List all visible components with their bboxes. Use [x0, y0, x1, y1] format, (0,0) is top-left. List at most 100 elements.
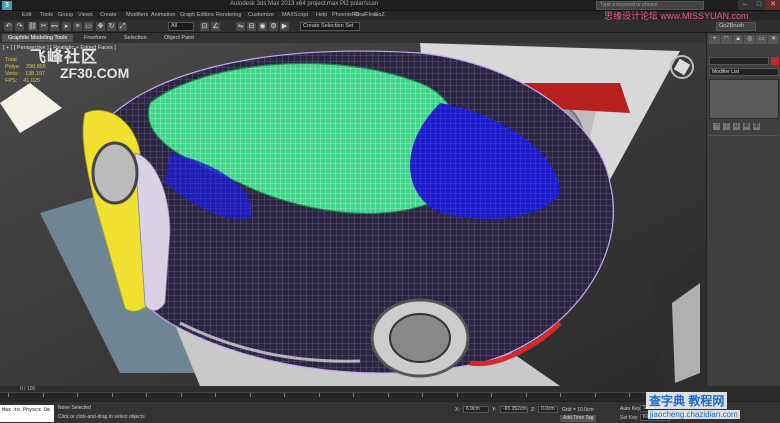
- select-icon[interactable]: ▸: [62, 22, 71, 31]
- y-label: Y:: [492, 407, 497, 413]
- utilities-tab-icon[interactable]: ✕: [768, 35, 779, 44]
- stat-value: 138,197: [25, 71, 45, 77]
- stat-label: Polys:: [5, 64, 20, 70]
- menu-item-edit[interactable]: Edit: [22, 12, 31, 18]
- object-color-swatch[interactable]: [771, 57, 779, 65]
- show-end-result-icon[interactable]: ⊤: [723, 123, 730, 130]
- menu-item-graph-editors[interactable]: Graph Editors: [180, 12, 214, 18]
- maximize-button[interactable]: □: [752, 0, 766, 10]
- modifier-stack[interactable]: [709, 79, 779, 119]
- car-wireframe-render: [0, 43, 706, 386]
- menu-item-animation[interactable]: Animation: [151, 12, 175, 18]
- display-tab-icon[interactable]: ▭: [756, 35, 768, 44]
- named-selection-dropdown[interactable]: Create Selection Set: [300, 22, 360, 31]
- move-icon[interactable]: ✥: [96, 22, 105, 31]
- menu-item-maxscript[interactable]: MAXScript: [282, 12, 308, 18]
- modifier-list-dropdown[interactable]: Modifier List: [709, 68, 779, 76]
- stat-row: Verts: 138,197: [5, 71, 46, 78]
- app-logo-icon[interactable]: 3: [2, 1, 12, 10]
- align-icon[interactable]: ⊟: [247, 22, 256, 31]
- gozbrush-button[interactable]: GoZBrush: [716, 22, 756, 31]
- unlink-icon[interactable]: ✂: [39, 22, 48, 31]
- pin-stack-icon[interactable]: ⊣: [713, 123, 720, 130]
- timeline-tick: [8, 393, 9, 397]
- timeline-tick: [525, 393, 527, 397]
- maxscript-line: Max to Physcs De: [2, 407, 51, 413]
- auto-key-button[interactable]: Auto Key: [620, 406, 640, 412]
- rect-selection-icon[interactable]: ▭: [84, 22, 93, 31]
- maxscript-listener[interactable]: Max to Physcs De: [0, 405, 54, 422]
- timeline-tick: [180, 393, 182, 397]
- motion-tab-icon[interactable]: ◎: [744, 35, 756, 44]
- menu-item-rendering[interactable]: Rendering: [216, 12, 241, 18]
- ribbon-tab-freeform[interactable]: Freeform: [78, 34, 112, 42]
- timeline-tick: [77, 393, 78, 397]
- ribbon-tab-graphite-modeling-tools[interactable]: Graphite Modeling Tools: [2, 34, 74, 42]
- remove-modifier-icon[interactable]: ⊗: [743, 123, 750, 130]
- create-tab-icon[interactable]: +: [709, 35, 720, 44]
- grid-size: Grid = 10.0cm: [562, 407, 594, 413]
- stat-label: Verts:: [5, 71, 20, 77]
- selection-status: None Selected: [58, 405, 91, 411]
- stat-value: 41.025: [23, 78, 41, 84]
- timeline-tick: [491, 393, 492, 397]
- command-panel-tabs: + ◠ ▲ ◎ ▭ ✕: [709, 35, 779, 44]
- menu-item-help[interactable]: Help: [316, 12, 327, 18]
- menu-item-customize[interactable]: Customize: [248, 12, 274, 18]
- selection-filter-dropdown[interactable]: All: [168, 22, 194, 31]
- configure-icon[interactable]: ⊞: [753, 123, 760, 130]
- timeline-tick: [387, 393, 389, 397]
- timeline-tick: [422, 393, 423, 397]
- close-button[interactable]: ✕: [766, 0, 780, 10]
- menu-item-views[interactable]: Views: [78, 12, 93, 18]
- add-time-tag-button[interactable]: Add Time Tag: [560, 415, 597, 422]
- stat-label: FPS:: [5, 78, 18, 84]
- timeline-tick: [284, 393, 285, 397]
- perspective-viewport[interactable]: [ + ] [ Perspective ] [ Realistic + Edge…: [0, 43, 706, 386]
- set-key-button[interactable]: Set Key: [620, 415, 638, 421]
- x-coordinate-field[interactable]: 6.9cm: [463, 406, 489, 413]
- y-coordinate-field[interactable]: -65.352cm: [500, 406, 528, 413]
- render-setup-icon[interactable]: ⚙: [269, 22, 278, 31]
- car-wheel-front: [91, 141, 139, 205]
- render-icon[interactable]: ▶: [280, 22, 289, 31]
- timeline-tick: [249, 393, 251, 397]
- select-by-name-icon[interactable]: ≡: [73, 22, 82, 31]
- material-editor-icon[interactable]: ◉: [258, 22, 267, 31]
- command-panel: + ◠ ▲ ◎ ▭ ✕ Modifier List ⊣ ⊤ ∪ ⊗ ⊞: [706, 33, 780, 386]
- watermark-site-cn: 飞峰社区: [30, 49, 99, 66]
- link-icon[interactable]: ⛓: [28, 22, 37, 31]
- hierarchy-tab-icon[interactable]: ▲: [732, 35, 744, 44]
- scale-icon[interactable]: ⤢: [118, 22, 127, 31]
- object-name-field[interactable]: [709, 57, 769, 65]
- angle-snap-icon[interactable]: ∠: [211, 22, 220, 31]
- modify-tab-icon[interactable]: ◠: [720, 35, 732, 44]
- viewcube-icon[interactable]: [670, 55, 694, 79]
- stat-label: Total: [5, 57, 17, 63]
- track-bar[interactable]: [0, 392, 706, 401]
- divider: [709, 135, 779, 136]
- watermark-right: 思缘设计论坛 www.MISSYUAN.com: [604, 9, 749, 22]
- menu-item-goz[interactable]: GoZ: [374, 12, 385, 18]
- timeline-tick: [215, 393, 216, 397]
- undo-icon[interactable]: ↶: [4, 22, 13, 31]
- redo-icon[interactable]: ↷: [15, 22, 24, 31]
- stat-row: FPS: 41.025: [5, 78, 46, 85]
- snap-icon[interactable]: ⊡: [200, 22, 209, 31]
- timeline-tick: [560, 393, 561, 397]
- timeline-tick: [629, 393, 630, 397]
- stack-icons: ⊣ ⊤ ∪ ⊗ ⊞: [713, 123, 760, 130]
- rotate-icon[interactable]: ↻: [107, 22, 116, 31]
- menu-item-group[interactable]: Group: [58, 12, 73, 18]
- mirror-icon[interactable]: ⇋: [236, 22, 245, 31]
- ribbon-tab-selection[interactable]: Selection: [118, 34, 153, 42]
- timeline-tick: [42, 393, 44, 397]
- menu-item-tools[interactable]: Tools: [40, 12, 53, 18]
- make-unique-icon[interactable]: ∪: [733, 123, 740, 130]
- timeline-tick: [146, 393, 147, 397]
- menu-item-modifiers[interactable]: Modifiers: [126, 12, 148, 18]
- bind-icon[interactable]: ⊷: [50, 22, 59, 31]
- ribbon-tab-object-paint[interactable]: Object Paint: [158, 34, 200, 42]
- menu-item-create[interactable]: Create: [100, 12, 117, 18]
- z-coordinate-field[interactable]: 0.0cm: [538, 406, 558, 413]
